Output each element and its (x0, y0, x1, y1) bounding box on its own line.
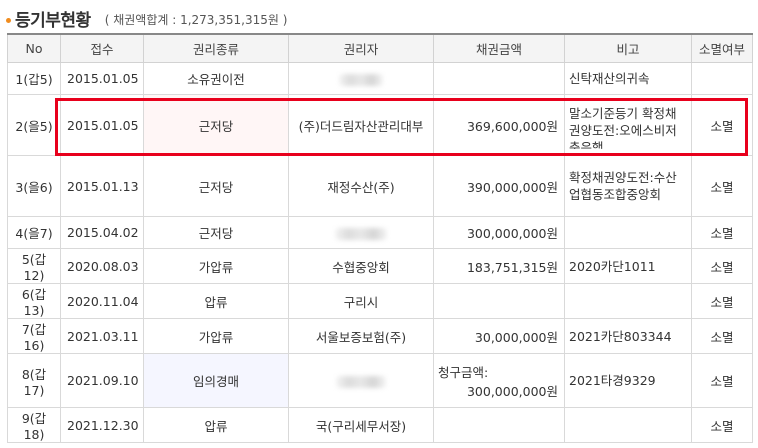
title-bar: 등기부현황 ( 채권액합계 : 1,273,351,315원 ) (6, 4, 287, 32)
cell-date: 2021.03.11 (60, 318, 144, 354)
cell-no: 7(갑16) (7, 318, 61, 354)
cell-status: 소멸 (691, 353, 753, 408)
cell-right-type: 가압류 (143, 248, 289, 284)
page-title: 등기부현황 (15, 10, 91, 31)
cell-right-type: 근저당 (143, 155, 289, 217)
cell-no: 8(갑17) (7, 353, 61, 408)
bullet-dot-icon (6, 17, 11, 23)
cell-amount: 30,000,000원 (433, 318, 565, 354)
col-header-right-type: 권리종류 (143, 33, 289, 63)
cell-status: 소멸 (691, 216, 753, 249)
cell-date: 2020.08.03 (60, 248, 144, 284)
cell-note: 신탁재산의귀속 (564, 62, 692, 95)
cell-amount: 369,600,000원 (433, 94, 565, 156)
cell-status: 소멸 (691, 318, 753, 354)
table-row: 9(갑18) 2021.12.30 압류 국(구리세무서장) 소멸 (7, 407, 753, 443)
table-row: 7(갑16) 2021.03.11 가압류 서울보증보험(주) 30,000,0… (7, 318, 753, 354)
col-header-date: 접수 (60, 33, 144, 63)
cell-right-type: 근저당 (143, 216, 289, 249)
cell-note: 말소기준등기 확정채권양도전:오에스비저축은행 (564, 94, 692, 156)
cell-right-type: 근저당 (143, 94, 289, 156)
cell-status: 소멸 (691, 94, 753, 156)
cell-no: 5(갑12) (7, 248, 61, 284)
cell-holder: (주)더드림자산관리대부 (288, 94, 434, 156)
cell-holder: 국(구리세무서장) (288, 407, 434, 443)
cell-date: 2015.01.05 (60, 94, 144, 156)
col-header-note: 비고 (564, 33, 692, 63)
cell-amount (433, 283, 565, 319)
cell-amount: 청구금액: 300,000,000원 (433, 353, 565, 408)
cell-date: 2021.12.30 (60, 407, 144, 443)
table-row: 4(을7) 2015.04.02 근저당 300,000,000원 소멸 (7, 216, 753, 249)
cell-date: 2020.11.04 (60, 283, 144, 319)
cell-note: 2021카단803344 (564, 318, 692, 354)
cell-note: 확정채권양도전:수산업협동조합중앙회 (564, 155, 692, 217)
total-claim-amount: ( 채권액합계 : 1,273,351,315원 ) (104, 13, 288, 27)
cell-holder (288, 62, 434, 95)
cell-status: 소멸 (691, 155, 753, 217)
cell-holder (288, 216, 434, 249)
cell-right-type: 가압류 (143, 318, 289, 354)
cell-right-type: 압류 (143, 407, 289, 443)
table-row: 5(갑12) 2020.08.03 가압류 수협중앙회 183,751,315원… (7, 248, 753, 284)
table-row: 6(갑13) 2020.11.04 압류 구리시 소멸 (7, 283, 753, 319)
cell-note: 2020카단1011 (564, 248, 692, 284)
registry-table: No 접수 권리종류 권리자 채권금액 비고 소멸여부 1(갑5) 2015.0… (7, 33, 753, 443)
cell-amount: 390,000,000원 (433, 155, 565, 217)
note-text: 말소기준등기 확정채권양도전:오에스비저축은행 (569, 106, 677, 149)
col-header-holder: 권리자 (288, 33, 434, 63)
cell-amount: 300,000,000원 (433, 216, 565, 249)
cell-right-type: 소유권이전 (143, 62, 289, 95)
redacted-holder (339, 73, 383, 86)
cell-no: 9(갑18) (7, 407, 61, 443)
table-header-row: No 접수 권리종류 권리자 채권금액 비고 소멸여부 (7, 33, 753, 63)
cell-status: 소멸 (691, 283, 753, 319)
cell-no: 2(을5) (7, 94, 61, 156)
redacted-holder (336, 375, 386, 388)
col-header-amount: 채권금액 (433, 33, 565, 63)
cell-date: 2021.09.10 (60, 353, 144, 408)
cell-no: 3(을6) (7, 155, 61, 217)
cell-amount: 183,751,315원 (433, 248, 565, 284)
table-row: 8(갑17) 2021.09.10 임의경매 청구금액: 300,000,000… (7, 353, 753, 408)
cell-holder: 수협중앙회 (288, 248, 434, 284)
cell-note (564, 283, 692, 319)
cell-no: 4(을7) (7, 216, 61, 249)
cell-note (564, 216, 692, 249)
cell-holder: 서울보증보험(주) (288, 318, 434, 354)
cell-holder: 재정수산(주) (288, 155, 434, 217)
redacted-holder (335, 227, 387, 240)
cell-note (564, 407, 692, 443)
cell-status: 소멸 (691, 407, 753, 443)
table-row: 1(갑5) 2015.01.05 소유권이전 신탁재산의귀속 (7, 62, 753, 95)
cell-date: 2015.01.13 (60, 155, 144, 217)
cell-holder (288, 353, 434, 408)
claim-amount-label: 청구금액: (438, 364, 489, 380)
cell-date: 2015.04.02 (60, 216, 144, 249)
cell-status: 소멸 (691, 248, 753, 284)
claim-amount-value: 300,000,000원 (466, 383, 558, 399)
cell-amount (433, 407, 565, 443)
cell-right-type: 임의경매 (143, 353, 289, 408)
cell-note: 2021타경9329 (564, 353, 692, 408)
col-header-no: No (7, 33, 61, 63)
cell-no: 6(갑13) (7, 283, 61, 319)
cell-date: 2015.01.05 (60, 62, 144, 95)
table-row: 2(을5) 2015.01.05 근저당 (주)더드림자산관리대부 369,60… (7, 94, 753, 156)
cell-holder: 구리시 (288, 283, 434, 319)
cell-amount (433, 62, 565, 95)
cell-right-type: 압류 (143, 283, 289, 319)
col-header-status: 소멸여부 (691, 33, 753, 63)
cell-no: 1(갑5) (7, 62, 61, 95)
cell-status (691, 62, 753, 95)
table-row: 3(을6) 2015.01.13 근저당 재정수산(주) 390,000,000… (7, 155, 753, 217)
